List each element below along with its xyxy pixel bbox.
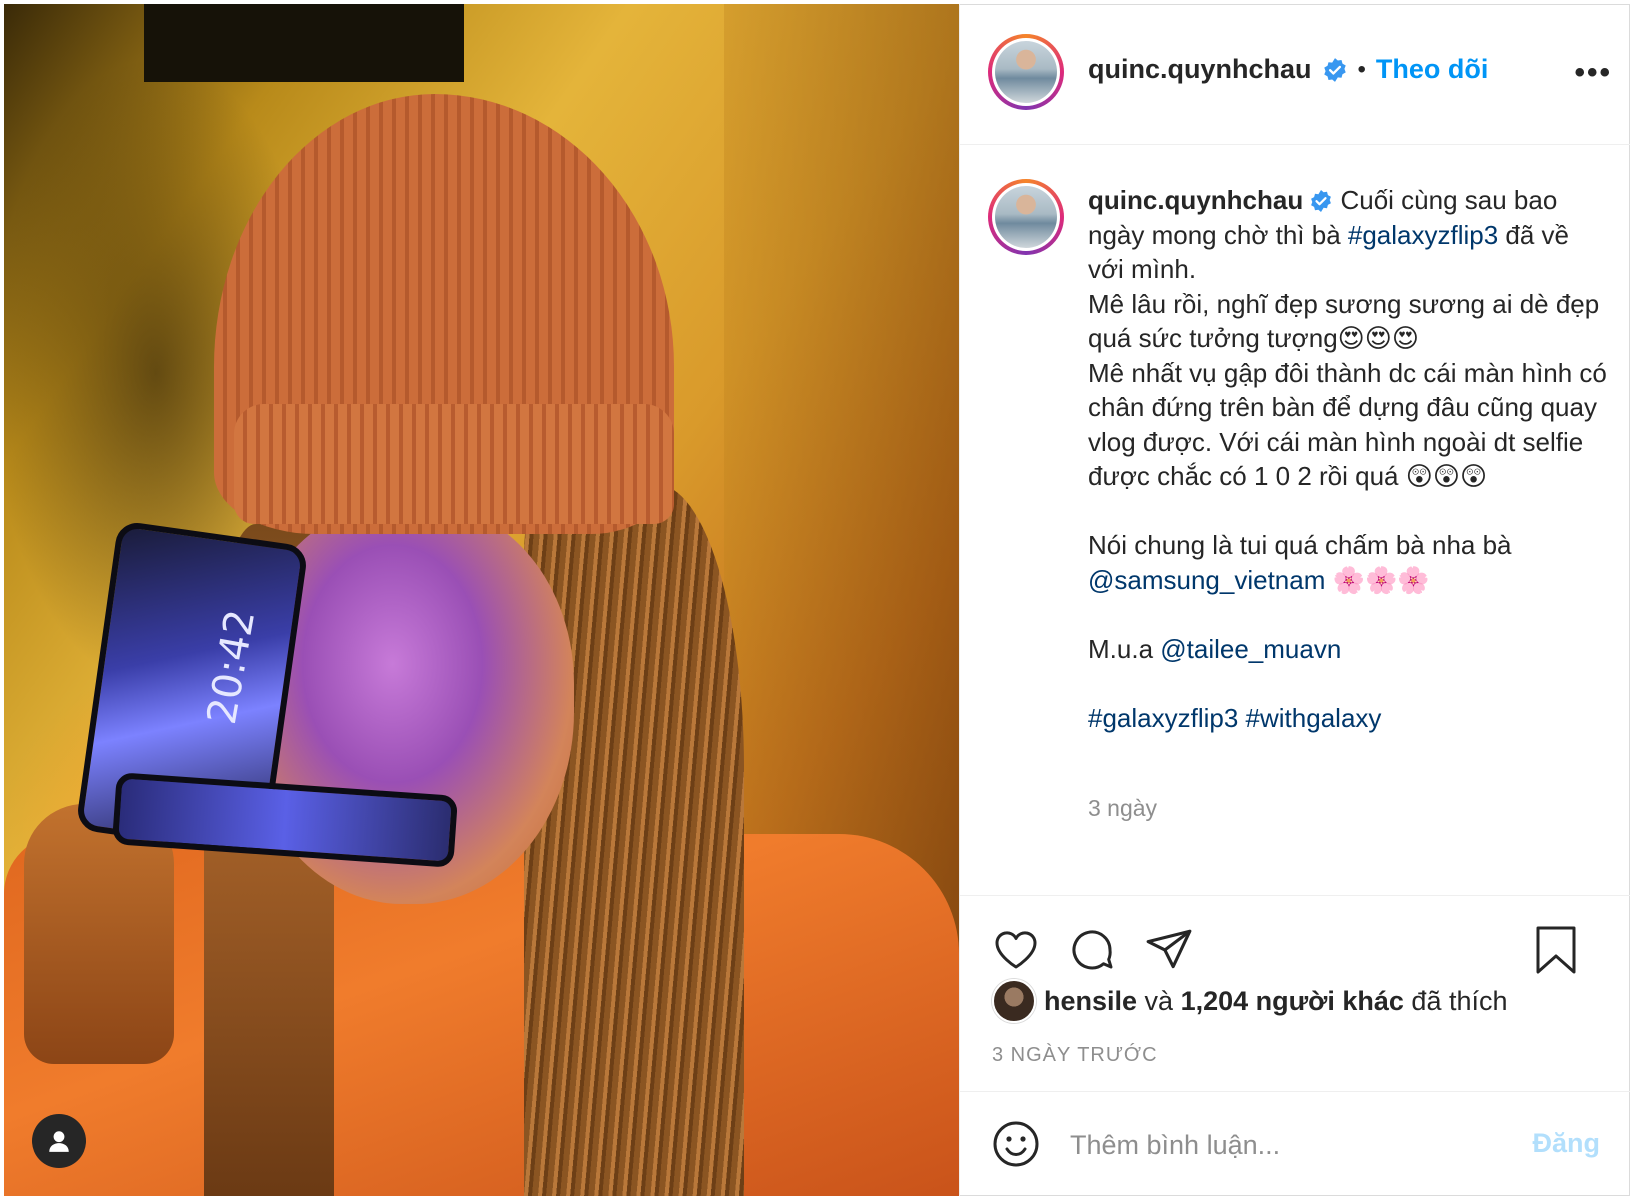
liker-avatar[interactable] (992, 979, 1036, 1023)
photo-beanie-cuff (234, 404, 674, 524)
post-comment-button[interactable]: Đăng (1533, 1128, 1601, 1159)
share-button[interactable] (1144, 926, 1194, 981)
send-icon (1146, 929, 1192, 969)
likes-and: và (1137, 985, 1181, 1016)
heart-icon (995, 931, 1037, 969)
likes-suffix: đã thích (1403, 985, 1508, 1016)
mention-link[interactable]: @tailee_muavn (1160, 634, 1341, 664)
caption-body: đã về với mình. Mê lâu rồi, nghĩ đẹp sươ… (1088, 219, 1607, 561)
avatar-image (995, 41, 1057, 103)
mention-link[interactable]: @samsung_vietnam (1088, 565, 1325, 595)
caption-body (1238, 703, 1245, 733)
post-photo[interactable]: 20:42 (4, 4, 959, 1196)
comment-input[interactable] (1068, 1122, 1492, 1168)
separator-dot: • (1357, 55, 1366, 83)
post-timestamp[interactable]: 3 NGÀY TRƯỚC (992, 1044, 1158, 1067)
caption-text: quinc.quynhchau Cuối cùng sau bao ngày m… (1088, 183, 1608, 735)
smiley-icon (993, 1121, 1039, 1167)
action-bar (960, 896, 1630, 974)
likes-summary: hensile và 1,204 người khác đã thích (992, 979, 1508, 1023)
post-header: quinc.quynhchau • Theo dõi ••• (960, 4, 1630, 145)
like-button[interactable] (992, 926, 1040, 979)
comment-icon (1072, 930, 1113, 970)
comment-bar: Đăng (960, 1091, 1630, 1197)
caption-avatar-image (995, 186, 1057, 248)
post-sidebar: quinc.quynhchau • Theo dõi ••• quinc.quy… (959, 4, 1630, 1196)
verified-badge-icon (1323, 57, 1346, 82)
caption-timestamp[interactable]: 3 ngày (1088, 795, 1157, 822)
caption-username[interactable]: quinc.quynhchau (1088, 185, 1303, 215)
hashtag-link[interactable]: #galaxyzflip3 (1088, 703, 1238, 733)
photo-wall-frame (144, 4, 464, 82)
hashtag-link[interactable]: #withgalaxy (1246, 703, 1382, 733)
person-icon (49, 1131, 69, 1152)
avatar[interactable] (988, 34, 1064, 110)
caption-section: quinc.quynhchau Cuối cùng sau bao ngày m… (960, 145, 1630, 896)
caption-avatar[interactable] (988, 179, 1064, 255)
tagged-user-button[interactable] (32, 1114, 86, 1168)
emoji-button[interactable] (992, 1120, 1040, 1173)
follow-button[interactable]: Theo dõi (1376, 54, 1488, 85)
header-username[interactable]: quinc.quynhchau (1088, 54, 1312, 85)
photo-hair-right (524, 484, 744, 1196)
liker-username[interactable]: hensile (1044, 986, 1137, 1017)
hashtag-link[interactable]: #galaxyzflip3 (1348, 220, 1498, 250)
comment-button[interactable] (1068, 926, 1116, 979)
likes-count[interactable]: 1,204 người khác (1181, 986, 1404, 1017)
save-button[interactable] (1532, 924, 1580, 981)
verified-badge-icon (1311, 190, 1332, 212)
bookmark-icon (1536, 926, 1576, 974)
more-options-button[interactable]: ••• (1574, 56, 1612, 90)
